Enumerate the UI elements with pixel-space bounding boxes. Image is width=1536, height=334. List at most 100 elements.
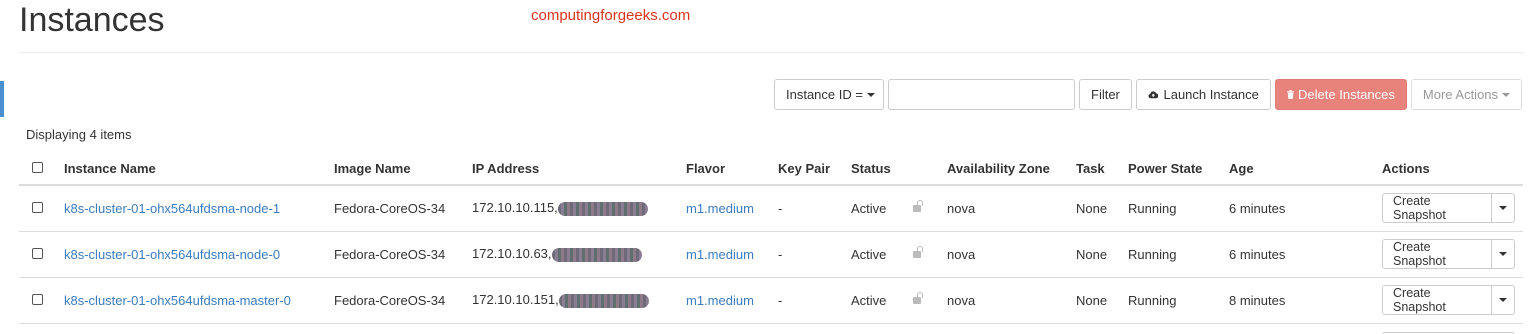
- row-checkbox[interactable]: [32, 247, 43, 259]
- redacted-ip-blur: [557, 202, 648, 217]
- filter-button-label: Filter: [1091, 87, 1120, 102]
- launch-instance-button[interactable]: Launch Instance: [1135, 79, 1271, 110]
- row-select-cell: [19, 231, 64, 278]
- availability-zone-cell: nova: [947, 277, 1076, 324]
- table-row: k8s-cluster-01-ohx564ufdsma-master-0 Fedo…: [19, 277, 1523, 324]
- chevron-down-icon: [1499, 252, 1508, 256]
- row-select-cell: [19, 277, 64, 324]
- row-actions-toggle[interactable]: [1492, 239, 1515, 269]
- chevron-down-icon: [1502, 92, 1511, 97]
- more-actions-dropdown[interactable]: More Actions: [1410, 79, 1522, 110]
- delete-instances-label: Delete Instances: [1298, 87, 1395, 102]
- table-header-row: Instance Name Image Name IP Address Flav…: [19, 152, 1523, 186]
- column-header-lock: [913, 152, 947, 186]
- row-checkbox[interactable]: [32, 293, 43, 305]
- image-name-cell: Fedora-CoreOS-34: [334, 185, 472, 232]
- unlock-icon: [913, 291, 923, 305]
- trash-icon: [1286, 90, 1295, 99]
- select-all-checkbox[interactable]: [32, 161, 43, 173]
- column-header-age[interactable]: Age: [1229, 152, 1382, 186]
- chevron-down-icon: [866, 92, 875, 97]
- column-header-status[interactable]: Status: [851, 152, 913, 186]
- ip-address-cell: 172.10.10.115,: [472, 185, 686, 232]
- row-actions-toggle[interactable]: [1492, 193, 1515, 224]
- table-toolbar: Instance ID = Filter Launch Instance Del…: [774, 79, 1522, 110]
- column-header-actions: Actions: [1382, 152, 1523, 186]
- power-state-cell: Running: [1128, 231, 1229, 278]
- page-title: Instances: [19, 1, 165, 39]
- instances-table: Instance Name Image Name IP Address Flav…: [19, 152, 1523, 324]
- row-actions-group: Create Snapshot: [1382, 239, 1523, 269]
- instance-name-cell: k8s-cluster-01-ohx564ufdsma-master-0: [64, 277, 334, 324]
- filter-field-dropdown[interactable]: Instance ID =: [774, 79, 884, 110]
- instance-name-link[interactable]: k8s-cluster-01-ohx564ufdsma-node-1: [64, 201, 280, 216]
- table-row: k8s-cluster-01-ohx564ufdsma-node-0 Fedora…: [19, 231, 1523, 278]
- cloud-upload-icon: [1148, 91, 1159, 99]
- redacted-ip-blur: [558, 293, 649, 308]
- filter-button[interactable]: Filter: [1079, 79, 1132, 110]
- key-pair-cell: -: [778, 185, 851, 232]
- flavor-cell: m1.medium: [686, 277, 778, 324]
- filter-field-label: Instance ID =: [786, 87, 863, 102]
- image-name-cell: Fedora-CoreOS-34: [334, 277, 472, 324]
- delete-instances-button[interactable]: Delete Instances: [1274, 79, 1407, 110]
- filter-input[interactable]: [888, 79, 1075, 110]
- instance-name-link[interactable]: k8s-cluster-01-ohx564ufdsma-master-0: [64, 293, 291, 308]
- column-header-task[interactable]: Task: [1076, 152, 1128, 186]
- ip-address-text: 172.10.10.115,: [472, 200, 558, 216]
- unlock-icon: [913, 245, 923, 259]
- availability-zone-cell: nova: [947, 185, 1076, 232]
- nav-active-indicator: [0, 81, 4, 117]
- age-cell: 8 minutes: [1229, 277, 1382, 324]
- column-header-key-pair[interactable]: Key Pair: [778, 152, 851, 186]
- redacted-ip-blur: [551, 247, 642, 262]
- row-actions-group: Create Snapshot: [1382, 193, 1523, 224]
- task-cell: None: [1076, 231, 1128, 278]
- launch-instance-label: Launch Instance: [1163, 87, 1259, 102]
- actions-cell: Create Snapshot: [1382, 277, 1523, 324]
- flavor-link[interactable]: m1.medium: [686, 293, 754, 308]
- row-actions-toggle[interactable]: [1492, 285, 1515, 315]
- lock-cell: [913, 231, 947, 278]
- instance-name-link[interactable]: k8s-cluster-01-ohx564ufdsma-node-0: [64, 247, 280, 262]
- more-actions-label: More Actions: [1422, 87, 1499, 102]
- ip-address-cell: 172.10.10.151,: [472, 277, 686, 324]
- partial-table-row: [19, 324, 1523, 334]
- flavor-link[interactable]: m1.medium: [686, 247, 754, 262]
- item-count: Displaying 4 items: [26, 127, 132, 142]
- age-cell: 6 minutes: [1229, 185, 1382, 232]
- column-header-power-state[interactable]: Power State: [1128, 152, 1229, 186]
- select-all-cell: [19, 152, 64, 186]
- flavor-cell: m1.medium: [686, 185, 778, 232]
- row-actions-group: Create Snapshot: [1382, 285, 1523, 315]
- row-select-cell: [19, 185, 64, 232]
- ip-address-text: 172.10.10.63,: [472, 246, 552, 262]
- ip-address-text: 172.10.10.151,: [472, 292, 559, 308]
- column-header-flavor[interactable]: Flavor: [686, 152, 778, 186]
- column-header-image-name[interactable]: Image Name: [334, 152, 472, 186]
- create-snapshot-button[interactable]: Create Snapshot: [1382, 239, 1493, 269]
- table-row: k8s-cluster-01-ohx564ufdsma-node-1 Fedora…: [19, 185, 1523, 232]
- status-cell: Active: [851, 231, 913, 278]
- row-checkbox[interactable]: [32, 201, 43, 213]
- status-cell: Active: [851, 185, 913, 232]
- create-snapshot-button[interactable]: Create Snapshot: [1382, 285, 1493, 315]
- image-name-cell: Fedora-CoreOS-34: [334, 231, 472, 278]
- task-cell: None: [1076, 185, 1128, 232]
- unlock-icon: [913, 199, 923, 213]
- column-header-instance-name[interactable]: Instance Name: [64, 152, 334, 186]
- column-header-ip-address[interactable]: IP Address: [472, 152, 686, 186]
- ip-address-cell: 172.10.10.63,: [472, 231, 686, 278]
- create-snapshot-button[interactable]: Create Snapshot: [1382, 193, 1493, 224]
- instance-name-cell: k8s-cluster-01-ohx564ufdsma-node-0: [64, 231, 334, 278]
- watermark-text: computingforgeeks.com: [531, 7, 691, 24]
- instance-name-cell: k8s-cluster-01-ohx564ufdsma-node-1: [64, 185, 334, 232]
- age-cell: 6 minutes: [1229, 231, 1382, 278]
- lock-cell: [913, 185, 947, 232]
- actions-cell: Create Snapshot: [1382, 231, 1523, 278]
- title-divider: [19, 52, 1524, 53]
- column-header-availability-zone[interactable]: Availability Zone: [947, 152, 1076, 186]
- actions-cell: Create Snapshot: [1382, 185, 1523, 232]
- flavor-link[interactable]: m1.medium: [686, 201, 754, 216]
- key-pair-cell: -: [778, 277, 851, 324]
